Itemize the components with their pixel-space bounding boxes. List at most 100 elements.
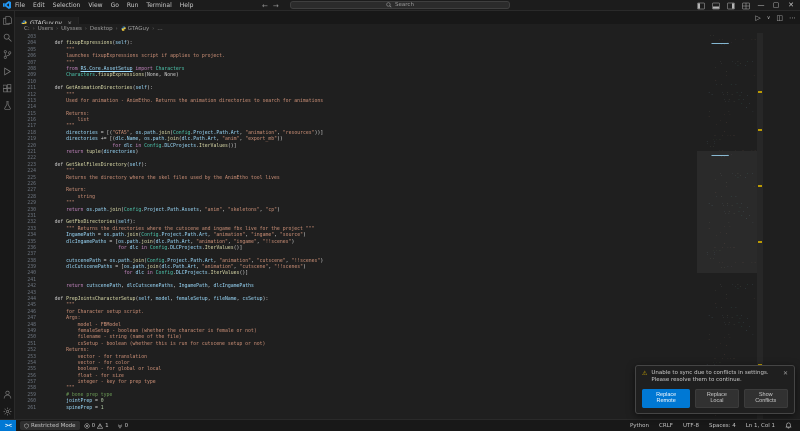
run-debug-icon[interactable] xyxy=(3,67,12,76)
token: fixupExpressions xyxy=(707,35,722,36)
token: directories xyxy=(66,131,98,136)
line-text: for dlc in Config.DLCProjects.IterValues… xyxy=(699,95,757,96)
run-python-file-icon[interactable]: ▷ xyxy=(755,14,760,22)
account-icon[interactable] xyxy=(3,390,12,399)
encoding[interactable]: UTF-8 xyxy=(679,423,703,429)
show-conflicts-button[interactable]: Show Conflicts xyxy=(744,389,788,408)
toggle-secondary-sidebar-icon[interactable] xyxy=(727,2,735,10)
replace-remote-button[interactable]: Replace Remote xyxy=(642,389,690,408)
code-editor[interactable]: 203204 def fixupExpressions(self):205 ""… xyxy=(15,33,800,419)
notification-close-icon[interactable]: ✕ xyxy=(783,370,788,377)
token: ): xyxy=(147,86,153,91)
menu-run[interactable]: Run xyxy=(127,2,139,9)
split-editor-icon[interactable]: ◫ xyxy=(776,14,783,22)
run-dropdown-icon[interactable]: ∨ xyxy=(767,15,771,21)
token xyxy=(43,233,66,238)
breadcrumb-label: C: xyxy=(24,26,30,32)
breadcrumb-item[interactable]: Desktop xyxy=(90,26,113,32)
activity-bar xyxy=(0,11,15,419)
source-control-icon[interactable] xyxy=(3,50,12,59)
token xyxy=(699,63,707,64)
breadcrumb-item[interactable]: GTAGuy xyxy=(121,26,150,32)
token: filename - string (name of the file) xyxy=(699,122,745,123)
language-mode[interactable]: Python xyxy=(626,423,653,429)
explorer-icon[interactable] xyxy=(3,16,12,25)
line-text: return os.path.join(Config.Project.Path.… xyxy=(43,208,280,214)
token: = xyxy=(92,406,101,411)
maximize-button[interactable]: ▢ xyxy=(772,0,780,11)
token: Config xyxy=(147,259,164,264)
menu-selection[interactable]: Selection xyxy=(53,2,81,9)
token: in xyxy=(133,144,145,149)
replace-local-button[interactable]: Replace Local xyxy=(695,389,738,408)
token: "cp" xyxy=(265,208,277,213)
token: femaleSetup xyxy=(176,297,208,302)
minimap-slider[interactable] xyxy=(697,151,757,273)
token xyxy=(699,67,707,68)
token xyxy=(699,318,724,319)
token: Project.Path.Art xyxy=(193,131,239,136)
indentation[interactable]: Spaces: 4 xyxy=(705,423,740,429)
line-text: """ xyxy=(699,148,710,149)
line-text: dlcIngamePaths = [os.path.join(dlc.Path.… xyxy=(699,317,757,318)
breadcrumb-item[interactable]: Ulysses xyxy=(61,26,82,32)
menu-go[interactable]: Go xyxy=(111,2,119,9)
line-text: Returns: xyxy=(699,126,714,127)
token: ) xyxy=(743,44,744,45)
search-icon[interactable] xyxy=(3,33,12,42)
token: PrepJointsCharacterSetup xyxy=(707,334,730,335)
menu-view[interactable]: View xyxy=(88,2,102,9)
restricted-mode-badge[interactable]: Restricted Mode xyxy=(20,421,80,430)
token: """ xyxy=(699,296,710,297)
token: """ xyxy=(699,283,710,284)
breadcrumb-item[interactable]: … xyxy=(157,26,163,32)
token: = xyxy=(92,399,101,404)
title-bar: File Edit Selection View Go Run Terminal Help ←… xyxy=(0,0,800,11)
token: """ xyxy=(43,386,75,391)
eol[interactable]: CRLF xyxy=(655,423,677,429)
close-window-button[interactable]: ✕ xyxy=(787,0,795,11)
toggle-panel-icon[interactable] xyxy=(712,2,720,10)
customize-layout-icon[interactable] xyxy=(742,2,750,10)
menu-help[interactable]: Help xyxy=(180,2,194,9)
remote-indicator[interactable]: >< xyxy=(0,420,16,431)
line-text: # bone prep type xyxy=(699,139,722,140)
token: Project.Path.Assets xyxy=(144,208,199,213)
token: 1 xyxy=(101,406,104,411)
nav-back-icon[interactable]: ← xyxy=(262,2,268,10)
token: femaleSetup - boolean (whether the chara… xyxy=(43,329,257,334)
token: Project.Path.Art xyxy=(749,61,757,62)
testing-icon[interactable] xyxy=(3,101,12,110)
token: string xyxy=(699,303,716,304)
token: spinePrep xyxy=(66,406,92,411)
notifications-bell-icon[interactable] xyxy=(781,422,796,429)
python-file-icon xyxy=(121,26,126,31)
ports-indicator[interactable]: 0 xyxy=(113,420,133,431)
menu-file[interactable]: File xyxy=(15,2,25,9)
minimize-button[interactable]: — xyxy=(757,0,765,11)
nav-forward-icon[interactable]: → xyxy=(273,2,279,10)
toggle-primary-sidebar-icon[interactable] xyxy=(697,2,705,10)
settings-gear-icon[interactable] xyxy=(3,407,12,416)
command-center-search[interactable]: Search xyxy=(290,1,510,9)
menu-edit[interactable]: Edit xyxy=(33,2,45,9)
more-actions-icon[interactable]: ⋯ xyxy=(789,14,796,22)
problems-indicator[interactable]: 0 1 xyxy=(80,420,113,431)
breadcrumb-item[interactable]: Users xyxy=(38,26,53,32)
token: Config xyxy=(156,271,173,276)
cursor-position[interactable]: Ln 1, Col 1 xyxy=(742,423,779,429)
menu-terminal[interactable]: Terminal xyxy=(146,2,171,9)
token: """ xyxy=(699,137,710,138)
token: "cutscene" xyxy=(257,259,286,264)
token: DLCProjects xyxy=(743,103,754,104)
token: Characters xyxy=(736,42,746,43)
extensions-icon[interactable] xyxy=(3,84,12,93)
line-text: def GetSkelFilesDirectory(self): xyxy=(699,71,734,72)
token xyxy=(699,107,707,108)
token: Config xyxy=(173,131,190,136)
line-text: list xyxy=(699,58,714,59)
token: fixupExpressions xyxy=(717,44,732,45)
token: Args: xyxy=(699,116,711,117)
breadcrumb-item[interactable]: C: xyxy=(24,26,30,32)
token: """ xyxy=(699,336,710,337)
